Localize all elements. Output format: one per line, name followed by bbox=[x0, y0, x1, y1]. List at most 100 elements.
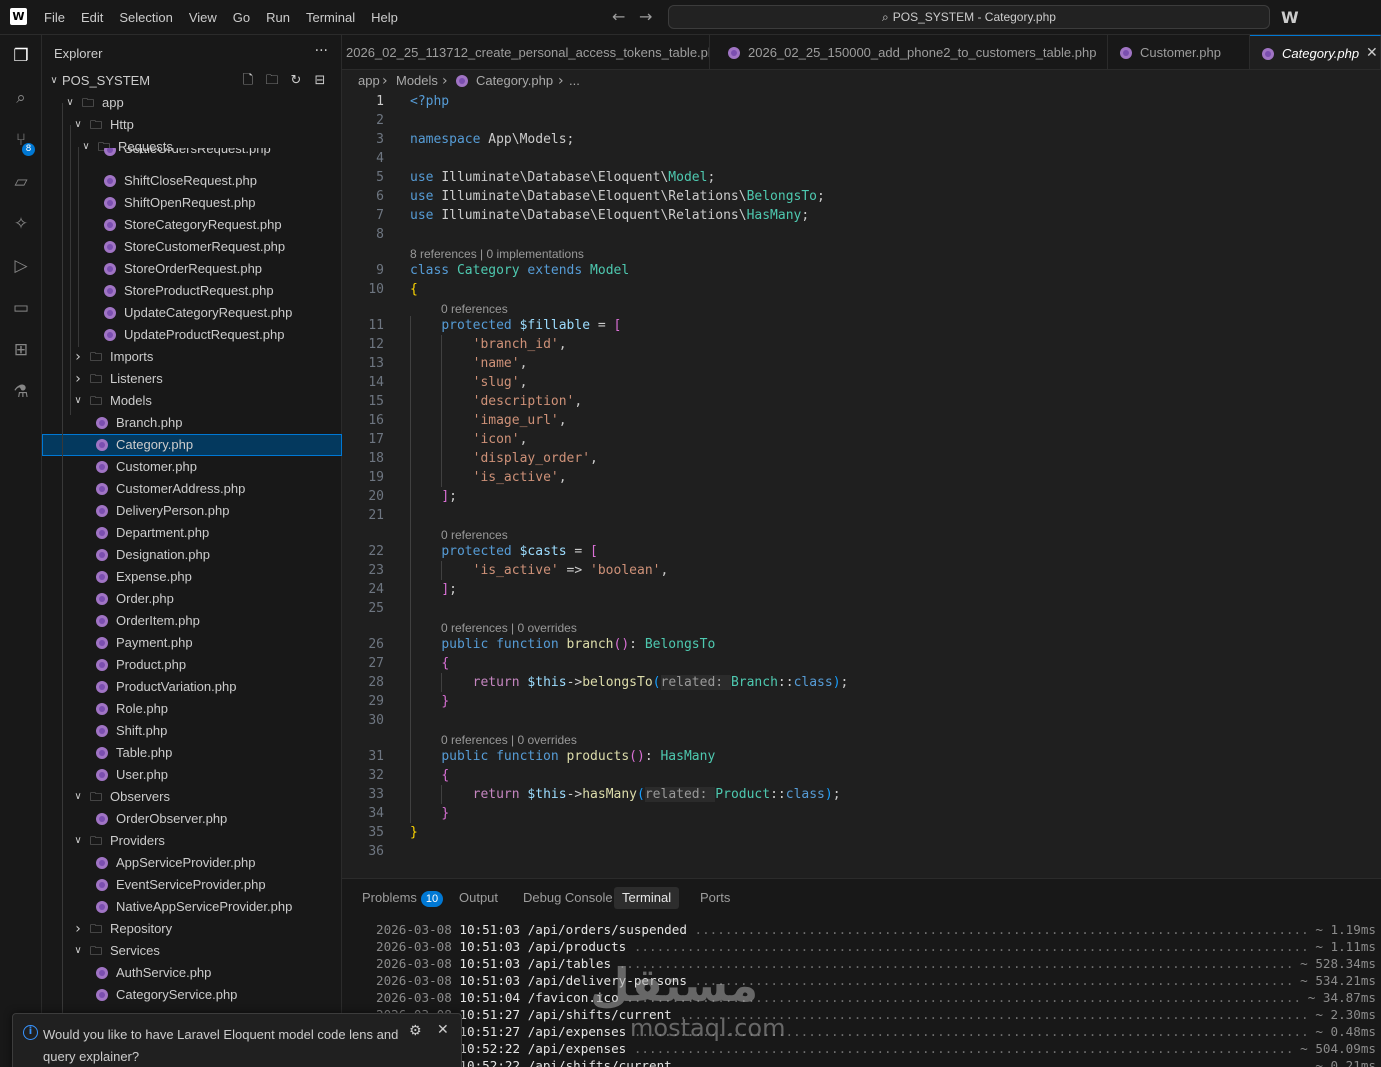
explorer-icon[interactable]: ❐ bbox=[0, 35, 42, 77]
code-editor[interactable]: 1 <?php 2 3 namespace App\Models; 4 5 use Illum… bbox=[342, 92, 1381, 878]
new-file-icon[interactable]: 🗋 bbox=[240, 70, 256, 92]
menu-run[interactable]: Run bbox=[258, 0, 298, 35]
file-item[interactable]: Role.php bbox=[42, 698, 342, 720]
file-item[interactable]: Order.php bbox=[42, 588, 342, 610]
gear-icon[interactable]: ⚙ bbox=[409, 1023, 422, 1039]
menu-selection[interactable]: Selection bbox=[111, 0, 180, 35]
file-item[interactable]: Branch.php bbox=[42, 412, 342, 434]
file-item[interactable]: User.php bbox=[42, 764, 342, 786]
extensions-sparkle-icon[interactable]: ✧ bbox=[0, 203, 42, 245]
code-line: 9 class Category extends Model bbox=[342, 261, 1381, 280]
folder-item[interactable]: › 🗀 Imports bbox=[42, 346, 342, 368]
menu-view[interactable]: View bbox=[181, 0, 225, 35]
file-item[interactable]: ShiftOpenRequest.php bbox=[42, 192, 342, 214]
run-debug-icon[interactable]: ▷ bbox=[0, 245, 42, 287]
file-item[interactable]: OrderObserver.php bbox=[42, 808, 342, 830]
tab[interactable]: 2026_02_25_150000_add_phone2_to_customer… bbox=[716, 35, 1108, 69]
menu-file[interactable]: File bbox=[36, 0, 73, 35]
breadcrumb-item[interactable]: ... bbox=[569, 70, 580, 92]
menu-go[interactable]: Go bbox=[225, 0, 258, 35]
file-item[interactable]: Expense.php bbox=[42, 566, 342, 588]
breadcrumb: app Models Category.php... › › › bbox=[342, 70, 1381, 92]
folder-item[interactable]: ∨ 🗀 Services bbox=[42, 940, 342, 962]
forward-arrow-icon[interactable]: → bbox=[639, 7, 652, 26]
menu-terminal[interactable]: Terminal bbox=[298, 0, 363, 35]
more-actions-icon[interactable]: ··· bbox=[315, 43, 328, 59]
file-item[interactable]: Shift.php bbox=[42, 720, 342, 742]
close-icon[interactable]: ✕ bbox=[1366, 36, 1378, 69]
panel-tab-ports[interactable]: Ports bbox=[692, 887, 738, 909]
file-item[interactable]: EventServiceProvider.php bbox=[42, 874, 342, 896]
testing-icon[interactable]: ⚗ bbox=[0, 371, 42, 413]
folder-item[interactable]: › 🗀 Listeners bbox=[42, 368, 342, 390]
back-arrow-icon[interactable]: ← bbox=[612, 7, 625, 26]
code-token: 'icon' bbox=[472, 432, 520, 447]
tab-active[interactable]: Category.php ✕ bbox=[1250, 35, 1381, 69]
breadcrumb-item[interactable]: app bbox=[358, 70, 380, 92]
app-logo-icon[interactable]: W bbox=[10, 8, 27, 25]
extensions-icon[interactable]: ⊞ bbox=[0, 329, 42, 371]
file-item[interactable]: CategoryService.php bbox=[42, 984, 342, 1006]
folder-item[interactable]: ∨ 🗀 Models bbox=[42, 390, 342, 412]
file-item[interactable]: AppServiceProvider.php bbox=[42, 852, 342, 874]
file-item[interactable]: Product.php bbox=[42, 654, 342, 676]
file-item[interactable]: NativeAppServiceProvider.php bbox=[42, 896, 342, 918]
request-date: 2026-03-08 bbox=[376, 973, 452, 988]
breadcrumb-item[interactable]: Models bbox=[396, 70, 438, 92]
folder-item[interactable]: ∨ 🗀 Http bbox=[42, 114, 342, 136]
workspace-root[interactable]: ∨ POS_SYSTEM 🗋 🗀 ↻ ⊟ bbox=[42, 70, 342, 92]
file-item[interactable]: Department.php bbox=[42, 522, 342, 544]
close-icon[interactable]: ✕ bbox=[437, 1022, 449, 1038]
php-file-icon bbox=[104, 285, 116, 297]
file-item[interactable]: ProductVariation.php bbox=[42, 676, 342, 698]
menu-edit[interactable]: Edit bbox=[73, 0, 111, 35]
file-item[interactable]: CustomerAddress.php bbox=[42, 478, 342, 500]
code-text: 'image_url', bbox=[410, 411, 567, 430]
file-item[interactable]: Payment.php bbox=[42, 632, 342, 654]
search-icon[interactable]: ⌕ bbox=[0, 77, 42, 119]
file-item[interactable]: ShiftCloseRequest.php bbox=[42, 170, 342, 192]
panel-tab-output[interactable]: Output bbox=[451, 887, 506, 909]
request-duration: ~ 0.21ms bbox=[1311, 1057, 1376, 1067]
file-item[interactable]: UpdateCategoryRequest.php bbox=[42, 302, 342, 324]
panel-tab-terminal[interactable]: Terminal bbox=[614, 887, 680, 909]
tab[interactable]: 2026_02_25_113712_create_personal_access… bbox=[342, 35, 710, 69]
file-item[interactable]: StoreCategoryRequest.php bbox=[42, 214, 342, 236]
breadcrumb-item[interactable]: Category.php bbox=[476, 70, 553, 92]
file-item[interactable]: Category.php bbox=[42, 434, 342, 456]
file-item[interactable]: StoreProductRequest.php bbox=[42, 280, 342, 302]
folder-item[interactable]: ∨ 🗀 Observers bbox=[42, 786, 342, 808]
menu-help[interactable]: Help bbox=[363, 0, 406, 35]
folder-item[interactable]: › 🗀 Repository bbox=[42, 918, 342, 940]
folder-item[interactable]: ∨ 🗀 app bbox=[42, 92, 342, 114]
windsurf-logo-icon[interactable]: W bbox=[1281, 8, 1299, 27]
file-item[interactable]: Designation.php bbox=[42, 544, 342, 566]
file-item[interactable]: Customer.php bbox=[42, 456, 342, 478]
code-line: 1 <?php bbox=[342, 92, 1381, 111]
file-item[interactable]: StoreCustomerRequest.php bbox=[42, 236, 342, 258]
file-item[interactable]: UpdateProductRequest.php bbox=[42, 324, 342, 346]
panel-tab-debug-console[interactable]: Debug Console bbox=[515, 887, 621, 909]
folder-open-icon: 🗀 bbox=[81, 96, 94, 110]
file-item[interactable]: DeliveryPerson.php bbox=[42, 500, 342, 522]
collapse-all-icon[interactable]: ⊟ bbox=[312, 70, 328, 92]
tab[interactable]: Customer.php bbox=[1108, 35, 1250, 69]
file-item[interactable]: StoreOrderRequest.php bbox=[42, 258, 342, 280]
panel-tab-problems[interactable]: Problems 10 bbox=[354, 887, 451, 909]
source-control-icon[interactable]: ⑂ 8 bbox=[0, 119, 42, 161]
php-file-icon bbox=[96, 813, 108, 825]
file-item[interactable]: OrderItem.php bbox=[42, 610, 342, 632]
file-item[interactable]: AuthService.php bbox=[42, 962, 342, 984]
new-folder-icon[interactable]: 🗀 bbox=[264, 70, 280, 92]
file-item[interactable]: Table.php bbox=[42, 742, 342, 764]
refresh-icon[interactable]: ↻ bbox=[288, 70, 304, 92]
remote-icon[interactable]: ▭ bbox=[0, 287, 42, 329]
map-icon[interactable]: ▱ bbox=[0, 161, 42, 203]
command-center-search[interactable]: ⌕ POS_SYSTEM - Category.php bbox=[668, 5, 1270, 29]
file-item[interactable]: SettleOrdersRequest.php bbox=[42, 148, 342, 158]
folder-item[interactable]: ∨ 🗀 Providers bbox=[42, 830, 342, 852]
panel-tab-label: Output bbox=[459, 890, 499, 905]
problems-count-badge: 10 bbox=[420, 891, 444, 907]
